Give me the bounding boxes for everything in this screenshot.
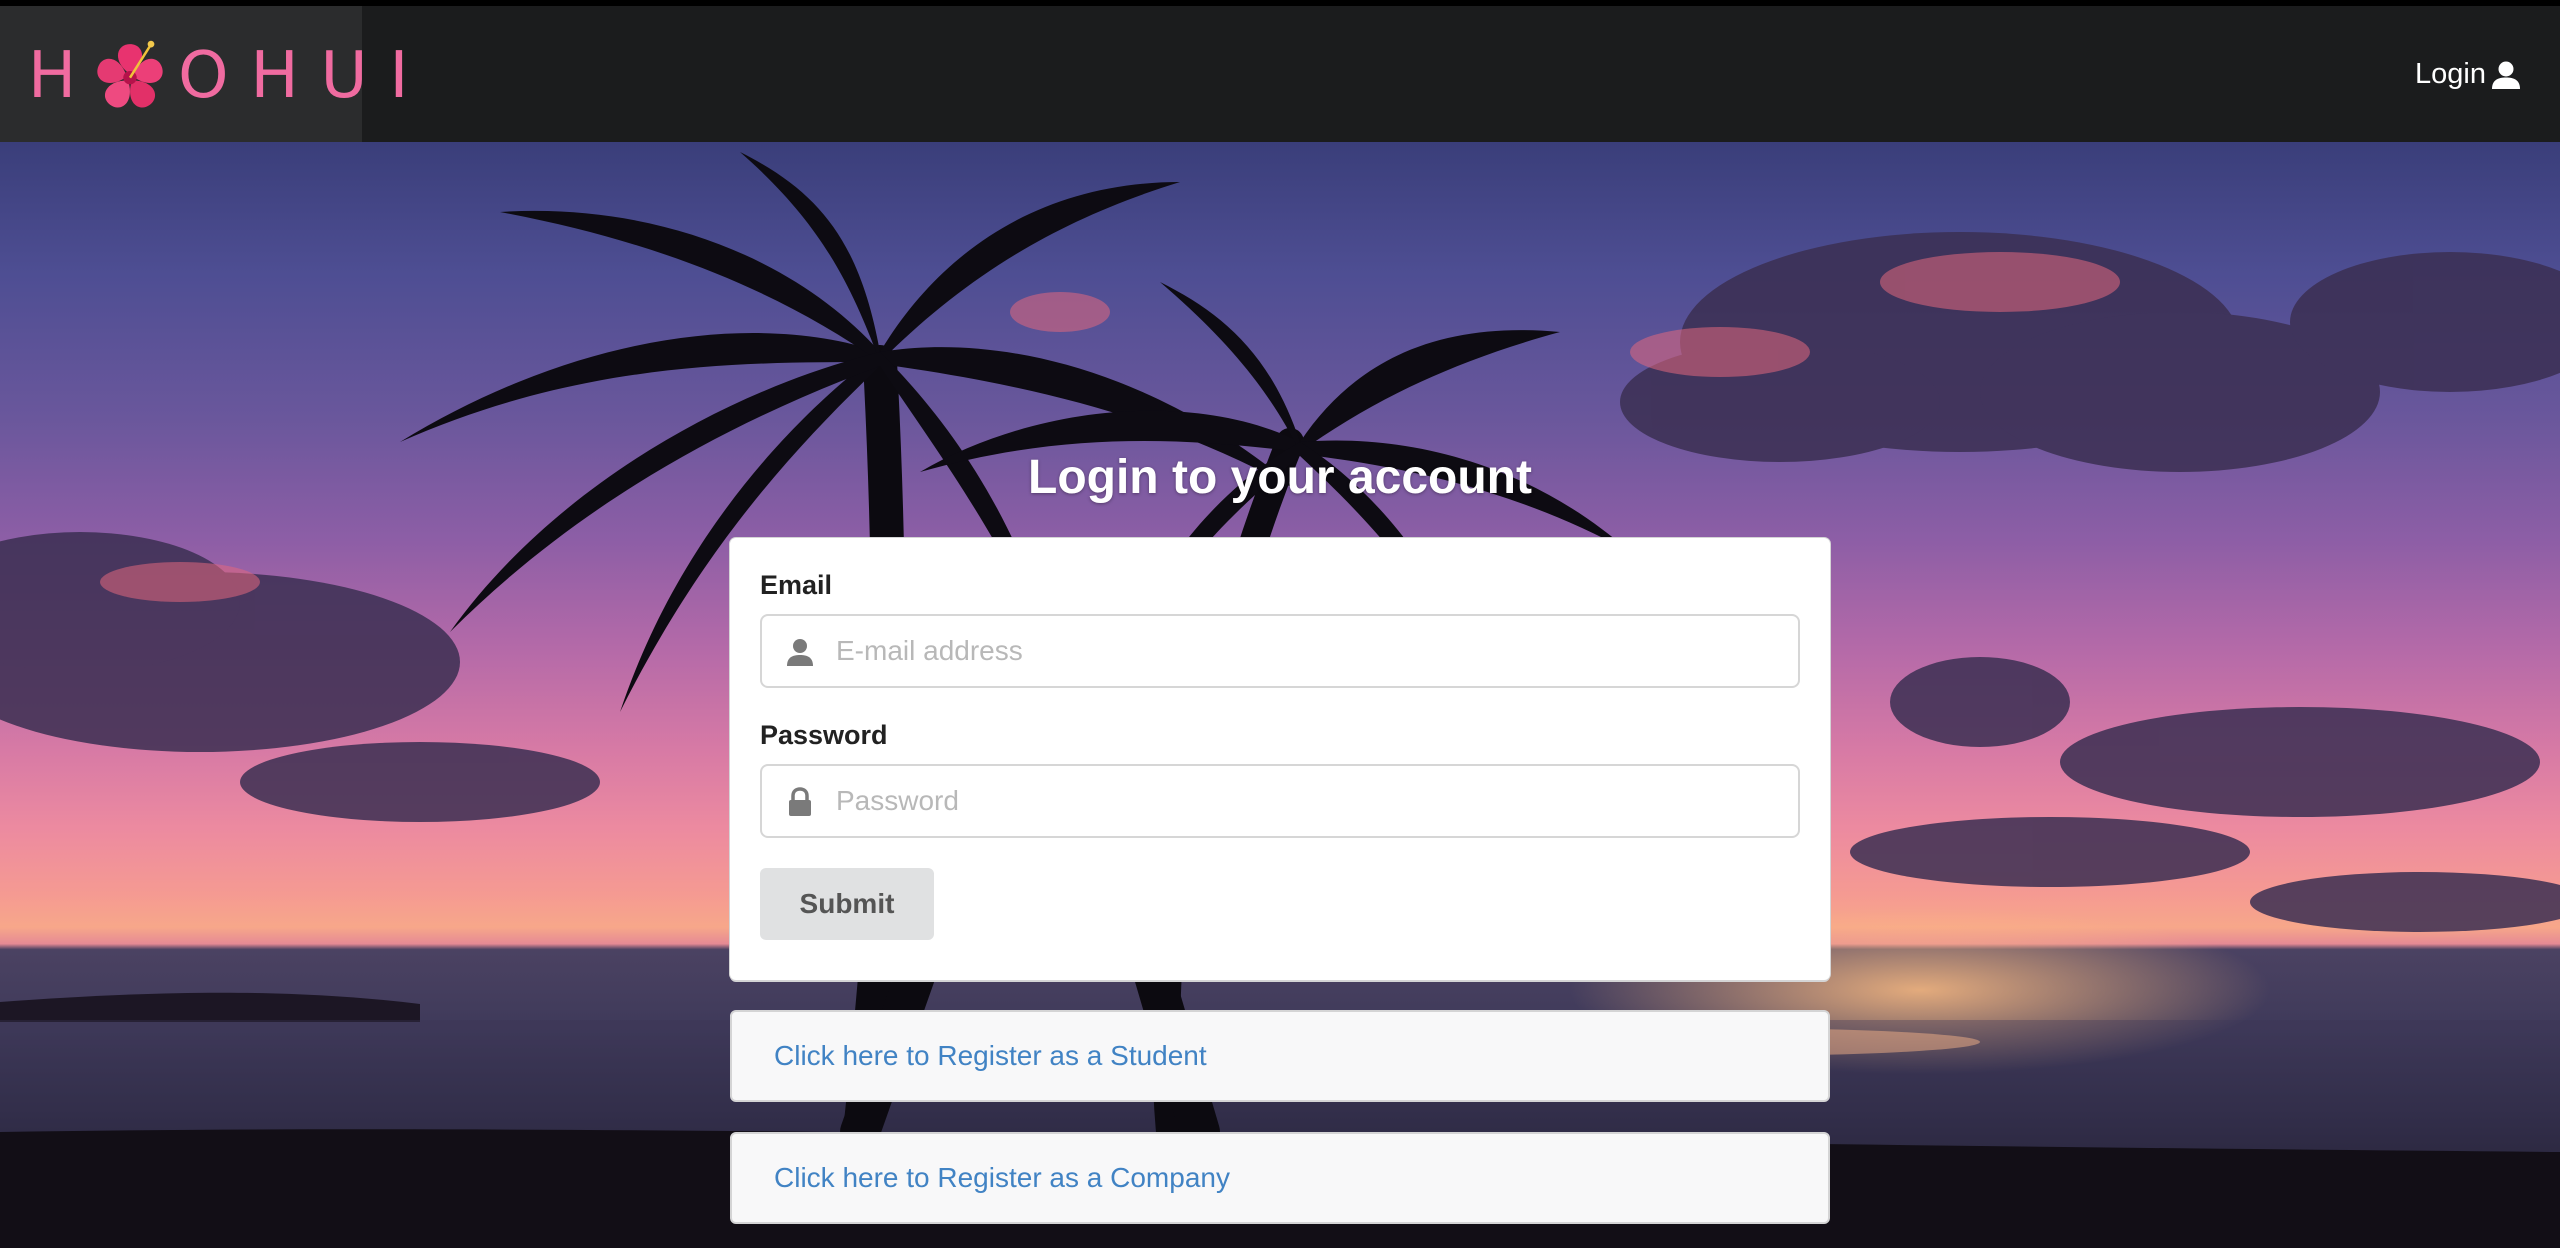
navbar: H OHUI Login [0, 0, 2560, 142]
logo-block[interactable]: H OHUI [0, 6, 408, 142]
nav-login-label: Login [2415, 58, 2486, 90]
lock-icon [789, 787, 811, 816]
register-company-box: Click here to Register as a Company [730, 1132, 1830, 1224]
register-company-link[interactable]: Click here to Register as a Company [774, 1162, 1230, 1194]
register-student-box: Click here to Register as a Student [730, 1010, 1830, 1102]
email-field-wrapper[interactable] [760, 614, 1800, 688]
logo-letters: OHUI [178, 39, 431, 113]
nav-login-link[interactable]: Login [2415, 58, 2522, 91]
password-input[interactable] [836, 766, 1786, 836]
submit-button[interactable]: Submit [760, 868, 934, 940]
user-icon [2492, 61, 2520, 89]
password-label: Password [760, 720, 888, 750]
user-icon [787, 639, 813, 666]
password-field-wrapper[interactable] [760, 764, 1800, 838]
hibiscus-icon [97, 40, 163, 108]
email-label: Email [760, 570, 833, 600]
logo[interactable]: H OHUI [28, 34, 430, 118]
email-input[interactable] [836, 616, 1786, 686]
logo-letter-h: H [28, 39, 93, 113]
login-form: Email Password Submit [730, 538, 1830, 980]
register-student-link[interactable]: Click here to Register as a Student [774, 1040, 1207, 1072]
page-title: Login to your account [1028, 451, 1532, 504]
